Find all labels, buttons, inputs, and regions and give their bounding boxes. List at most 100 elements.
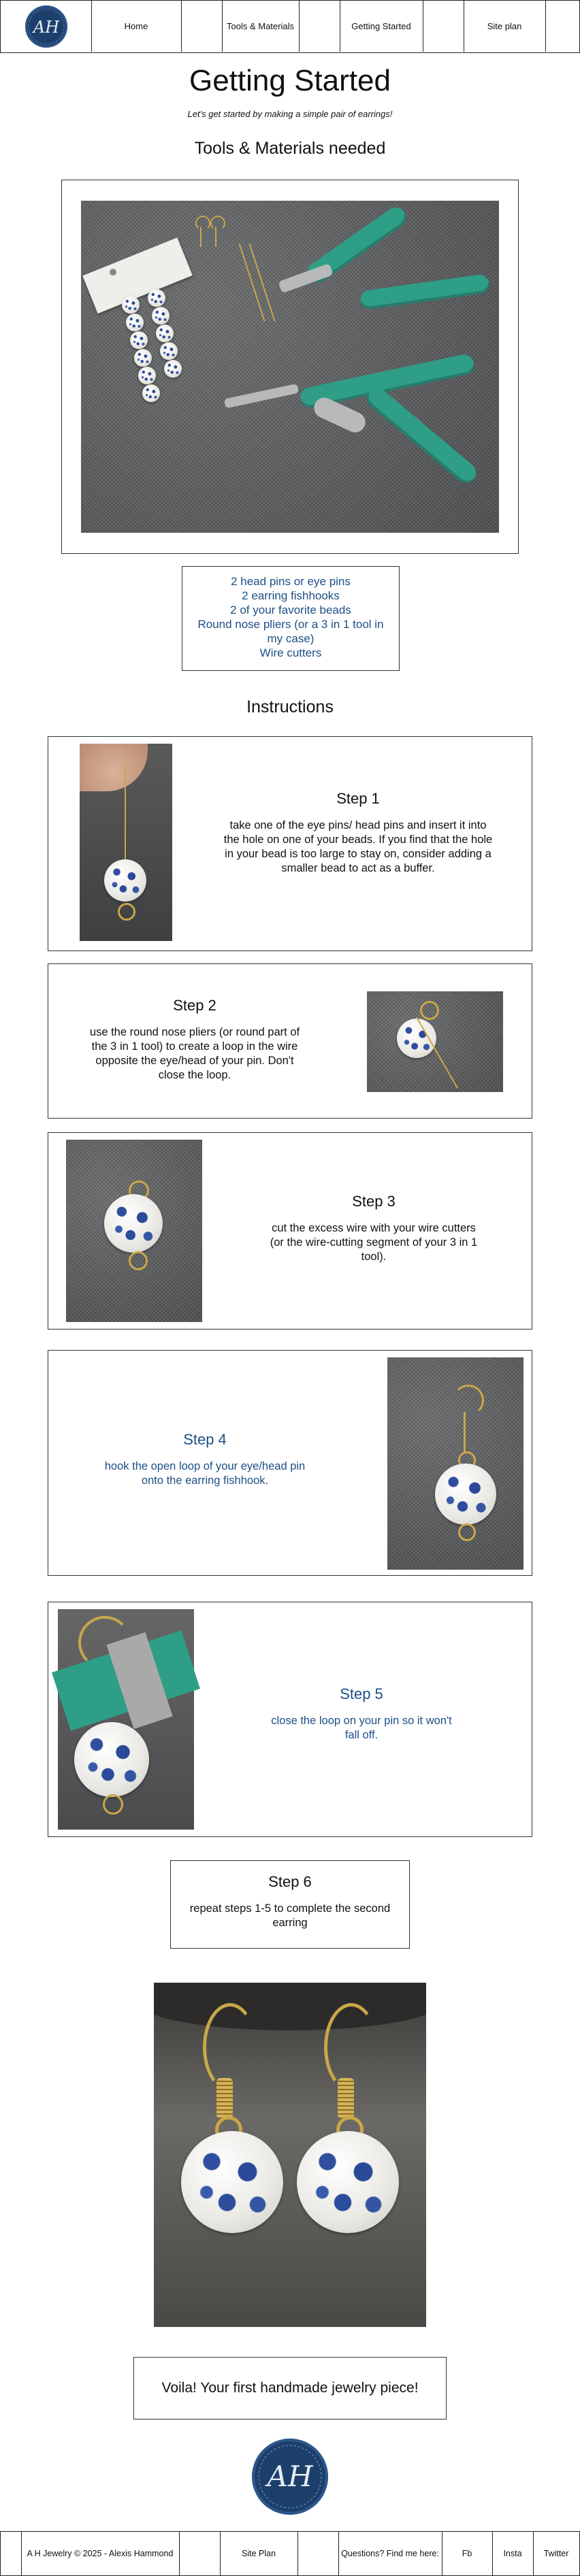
step-body: cut the excess wire with your wire cutte…	[270, 1222, 478, 1263]
bead	[130, 331, 148, 349]
fishhook	[195, 216, 210, 231]
tools-item: 2 earring fishhooks	[242, 589, 340, 602]
card-hole	[110, 269, 116, 276]
step-title: Step 4	[183, 1431, 227, 1448]
step1-photo	[80, 744, 172, 941]
bead	[142, 384, 160, 402]
step5-photo	[51, 1609, 201, 1830]
pin-loop	[118, 903, 135, 921]
hook-wire	[215, 227, 216, 247]
nav-tools-materials[interactable]: Tools & Materials	[222, 1, 300, 52]
bead	[156, 325, 174, 342]
bead	[435, 1464, 496, 1525]
footer-copyright: A H Jewelry © 2025 - Alexis Hammond	[21, 2532, 180, 2575]
bead	[134, 349, 152, 367]
site-plan-link[interactable]: Site Plan	[242, 2549, 276, 2558]
step-card: Step 5 close the loop on your pin so it …	[48, 1602, 532, 1837]
step4-photo	[387, 1357, 523, 1570]
step-title: Step 6	[268, 1873, 312, 1890]
step-title: Step 2	[173, 997, 216, 1014]
nav-site-plan[interactable]: Site plan	[464, 1, 546, 52]
bead	[138, 367, 156, 384]
insta-link[interactable]: Insta	[503, 2549, 521, 2558]
branch	[154, 1983, 426, 2030]
tools-heading: Tools & Materials needed	[194, 139, 386, 158]
step-title: Step 3	[352, 1193, 396, 1210]
nav-tools-label: Tools & Materials	[227, 21, 294, 31]
fb-link[interactable]: Fb	[462, 2549, 472, 2558]
step3-text: Step 3 cut the excess wire with your wir…	[265, 1193, 483, 1264]
step-body: hook the open loop of your eye/head pin …	[104, 1460, 306, 1487]
hook-wire	[200, 227, 202, 247]
step-card: Step 4 hook the open loop of your eye/he…	[48, 1350, 532, 1576]
step-body: take one of the eye pins/ head pins and …	[223, 819, 493, 874]
pliers-handle	[362, 384, 481, 487]
step1-text: Step 1 take one of the eye pins/ head pi…	[222, 790, 494, 876]
footer-find-me: Questions? Find me here:	[338, 2532, 442, 2575]
bead	[126, 314, 144, 331]
fishhook	[78, 1616, 131, 1669]
footer-link-twitter[interactable]: Twitter	[533, 2532, 579, 2575]
coil	[216, 2078, 233, 2119]
page-title: Getting Started	[189, 64, 391, 97]
bead	[104, 859, 146, 902]
footer-logo-icon: AH	[252, 2439, 328, 2515]
pin-loop	[458, 1523, 476, 1541]
logo-link[interactable]: AH	[1, 1, 92, 52]
footer-spacer	[297, 2532, 339, 2575]
bead	[122, 296, 140, 314]
logo-text: AH	[31, 18, 59, 37]
step-body: close the loop on your pin so it won't f…	[271, 1715, 452, 1741]
hook-wire	[464, 1412, 466, 1453]
nav-spacer	[299, 1, 340, 52]
pliers-jaw	[223, 383, 300, 409]
instructions-heading: Instructions	[246, 697, 334, 716]
logo-monogram-icon: AH	[25, 5, 67, 48]
finger	[80, 744, 148, 791]
bead	[160, 342, 178, 360]
step3-photo	[66, 1140, 202, 1322]
footer-spacer	[179, 2532, 221, 2575]
bead	[297, 2131, 399, 2233]
copyright-text: A H Jewelry © 2025 - Alexis Hammond	[27, 2549, 174, 2558]
fishhook	[210, 216, 225, 231]
nav-spacer	[181, 1, 223, 52]
step-card: Step 6 repeat steps 1-5 to complete the …	[170, 1860, 410, 1949]
step-card: Step 2 use the round nose pliers (or rou…	[48, 963, 532, 1119]
step2-text: Step 2 use the round nose pliers (or rou…	[82, 997, 307, 1083]
tools-photo-frame	[61, 180, 519, 554]
step-body: repeat steps 1-5 to complete the second …	[189, 1902, 391, 1929]
bead	[74, 1722, 149, 1797]
step-body: use the round nose pliers (or round part…	[89, 1026, 300, 1081]
nav-home[interactable]: Home	[91, 1, 182, 52]
nav-home-label: Home	[124, 21, 148, 31]
bead	[148, 289, 165, 307]
tools-photo	[81, 201, 499, 533]
fishhook	[453, 1385, 484, 1416]
tools-list: 2 head pins or eye pins 2 earring fishho…	[182, 566, 400, 671]
pin	[125, 764, 126, 866]
nav-getting-started-label: Getting Started	[351, 21, 411, 31]
bead	[152, 307, 170, 325]
step2-photo	[367, 991, 503, 1092]
pin-loop	[103, 1794, 123, 1815]
footer-link-fb[interactable]: Fb	[442, 2532, 493, 2575]
nav-spacer	[423, 1, 464, 52]
tools-item: 2 head pins or eye pins	[231, 575, 351, 588]
footer-link-insta[interactable]: Insta	[492, 2532, 534, 2575]
tools-item: Wire cutters	[259, 646, 322, 659]
bead	[104, 1194, 163, 1253]
nav-getting-started[interactable]: Getting Started	[340, 1, 423, 52]
page-subtitle: Let's get started by making a simple pai…	[187, 109, 393, 119]
bead	[397, 1019, 436, 1058]
footer-site-plan[interactable]: Site Plan	[220, 2532, 298, 2575]
finale-box: Voila! Your first handmade jewelry piece…	[133, 2357, 447, 2420]
twitter-link[interactable]: Twitter	[544, 2549, 569, 2558]
pin-loop	[129, 1251, 148, 1270]
bead	[181, 2131, 283, 2233]
top-nav: AH Home Tools & Materials Getting Starte…	[0, 0, 580, 53]
final-photo	[154, 1983, 426, 2327]
bead	[164, 360, 182, 378]
step-card: Step 3 cut the excess wire with your wir…	[48, 1132, 532, 1330]
